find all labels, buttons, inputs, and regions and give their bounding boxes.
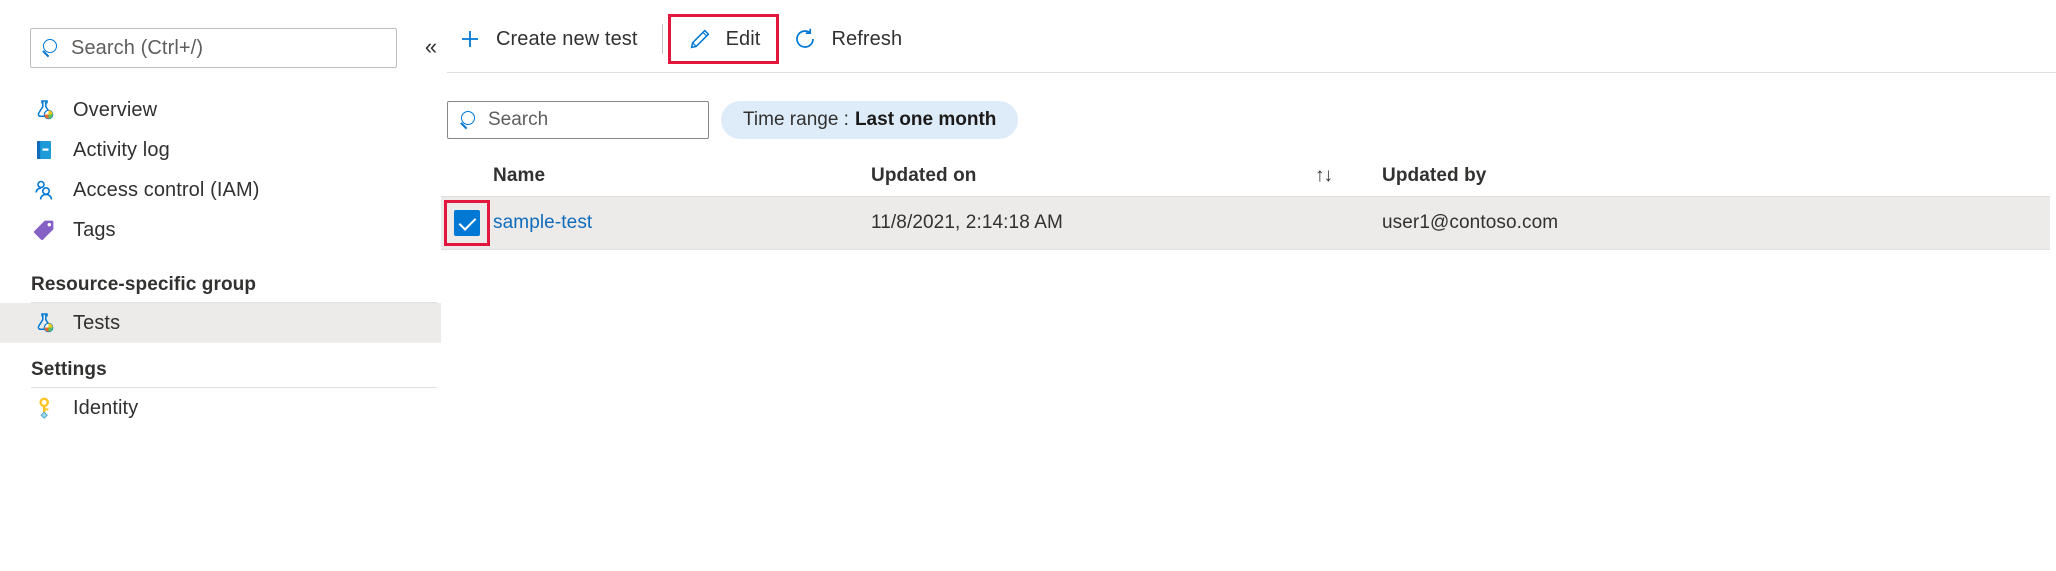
sidebar-item-label: Tags <box>73 218 116 241</box>
toolbar-divider <box>447 72 2056 73</box>
tag-icon <box>31 217 57 243</box>
sidebar-item-overview[interactable]: Overview <box>0 90 441 130</box>
test-name-link[interactable]: sample-test <box>493 212 592 233</box>
column-header-updated-by[interactable]: Updated by <box>1346 165 2050 187</box>
sidebar-item-label: Access control (IAM) <box>73 178 260 201</box>
time-range-label: Time range : <box>743 109 849 130</box>
flask-overview-icon <box>31 97 57 123</box>
cell-updated-on: 11/8/2021, 2:14:18 AM <box>871 212 1063 233</box>
sidebar-item-label: Activity log <box>73 138 170 161</box>
pencil-edit-icon <box>687 26 713 52</box>
sidebar-item-label: Identity <box>73 396 139 419</box>
toolbar-separator <box>661 24 663 54</box>
sidebar-item-tests[interactable]: Tests <box>0 303 441 343</box>
sidebar-item-identity[interactable]: Identity <box>0 388 441 428</box>
checkbox-checked-icon <box>454 210 480 236</box>
plus-icon <box>457 26 483 52</box>
sort-button[interactable]: ↑↓ <box>1256 165 1346 187</box>
sidebar-item-tags[interactable]: Tags <box>0 210 441 250</box>
refresh-icon <box>792 26 818 52</box>
sidebar-search-placeholder: Search (Ctrl+/) <box>71 36 204 59</box>
time-range-value: Last one month <box>854 109 997 130</box>
sidebar-group-header-settings: Settings <box>31 359 107 380</box>
sidebar: Search (Ctrl+/) « Overview Activity log … <box>0 0 441 571</box>
column-header-name[interactable]: Name <box>493 165 871 187</box>
sidebar-nav-list: Overview Activity log Access control (IA… <box>0 90 441 428</box>
grid-search-placeholder: Search <box>488 109 549 130</box>
azure-portal-screen: Search (Ctrl+/) « Overview Activity log … <box>0 0 2056 571</box>
create-new-test-button[interactable]: Create new test <box>441 17 654 61</box>
sidebar-item-activity-log[interactable]: Activity log <box>0 130 441 170</box>
row-select-cell <box>441 200 493 246</box>
sidebar-item-label: Tests <box>73 311 121 334</box>
edit-button[interactable]: Edit <box>667 14 780 64</box>
tests-grid: Name Updated on ↑↓ Updated by sample-tes… <box>441 155 2050 250</box>
sidebar-search-box[interactable]: Search (Ctrl+/) <box>30 28 397 68</box>
refresh-button[interactable]: Refresh <box>776 17 918 61</box>
grid-search-input[interactable]: Search <box>447 101 709 139</box>
sidebar-search[interactable]: Search (Ctrl+/) <box>30 28 397 68</box>
key-identity-icon <box>31 395 57 421</box>
filter-row: Search Time range : Last one month <box>447 101 1019 139</box>
grid-header-row: Name Updated on ↑↓ Updated by <box>441 155 2050 197</box>
sidebar-item-access-control[interactable]: Access control (IAM) <box>0 170 441 210</box>
sidebar-item-label: Overview <box>73 98 158 121</box>
sidebar-group-header-resource-specific: Resource-specific group <box>31 274 257 295</box>
search-icon <box>459 110 479 130</box>
activity-log-icon <box>31 137 57 163</box>
cell-name: sample-test <box>493 212 871 234</box>
table-row[interactable]: sample-test 11/8/2021, 2:14:18 AM user1@… <box>441 197 2050 250</box>
refresh-label: Refresh <box>831 27 903 50</box>
edit-label: Edit <box>725 27 761 50</box>
cell-updated-by: user1@contoso.com <box>1382 212 1559 233</box>
main-content: Create new test Edit Refresh Search Time… <box>441 0 2056 571</box>
flask-test-icon <box>31 310 57 336</box>
time-range-filter[interactable]: Time range : Last one month <box>721 101 1019 139</box>
search-icon <box>41 38 61 58</box>
command-toolbar: Create new test Edit Refresh <box>441 12 918 66</box>
access-control-icon <box>31 177 57 203</box>
row-checkbox[interactable] <box>444 200 490 246</box>
column-header-updated-on[interactable]: Updated on <box>871 165 1256 187</box>
create-new-test-label: Create new test <box>496 27 638 50</box>
sort-arrows-icon: ↑↓ <box>1315 164 1333 186</box>
